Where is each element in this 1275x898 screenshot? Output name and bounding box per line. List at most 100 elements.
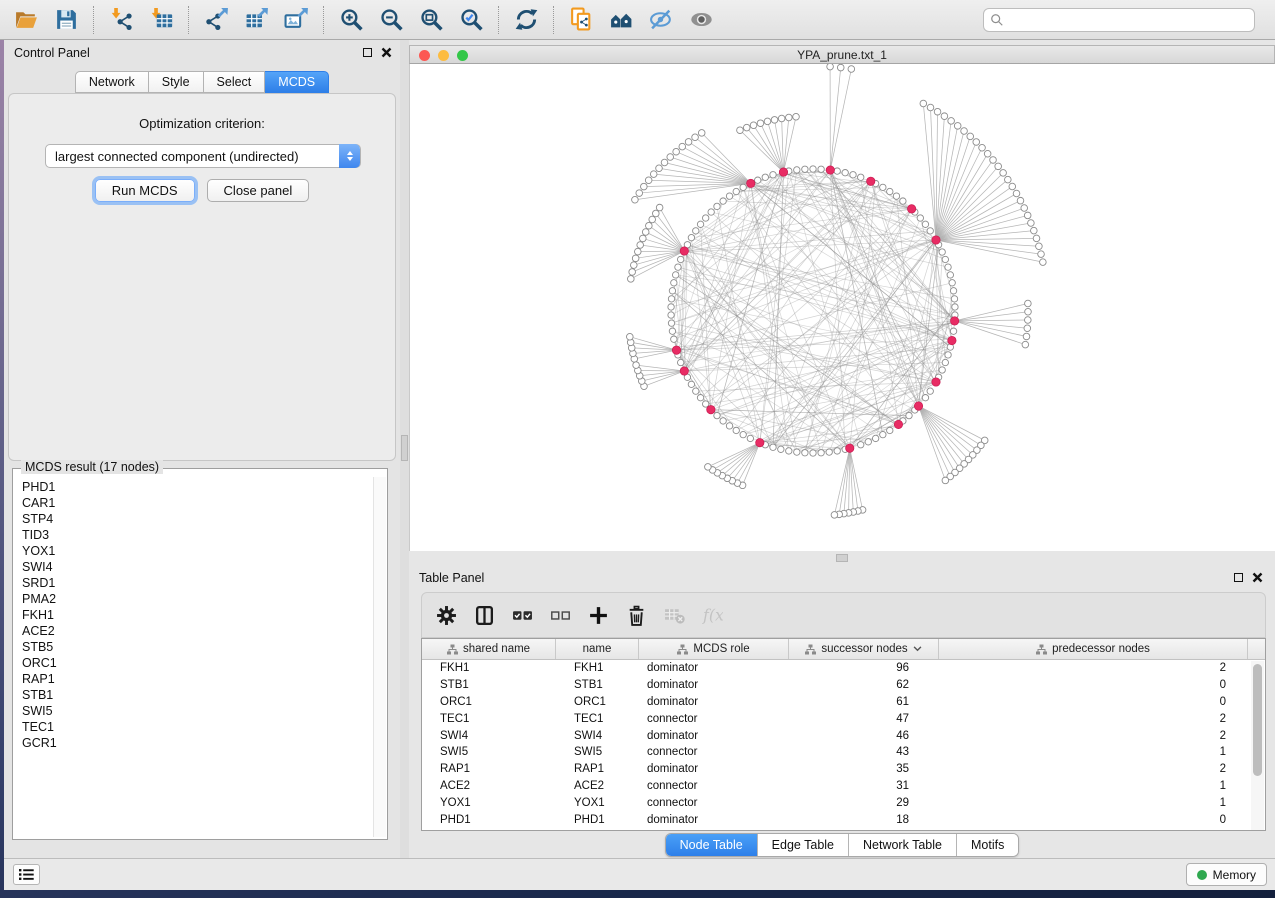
- graph-node[interactable]: [945, 264, 951, 270]
- graph-node[interactable]: [858, 174, 864, 180]
- graph-node[interactable]: [941, 113, 948, 120]
- graph-node[interactable]: [793, 113, 800, 120]
- graph-node[interactable]: [927, 104, 934, 111]
- graph-node[interactable]: [632, 255, 639, 262]
- window-minimize-button[interactable]: [438, 50, 449, 61]
- graph-hub-node[interactable]: [932, 378, 940, 386]
- graph-node[interactable]: [984, 150, 991, 157]
- column-header-predecessor-nodes[interactable]: predecessor nodes: [939, 639, 1248, 659]
- graph-node[interactable]: [1036, 243, 1043, 250]
- tab-mcds[interactable]: MCDS: [265, 71, 329, 93]
- column-header-MCDS-role[interactable]: MCDS role: [639, 639, 789, 659]
- graph-node[interactable]: [671, 336, 677, 342]
- network-canvas[interactable]: [409, 64, 1275, 551]
- graph-node[interactable]: [1038, 251, 1045, 258]
- graph-node[interactable]: [1025, 308, 1032, 315]
- graph-hub-node[interactable]: [894, 420, 902, 428]
- float-table-panel-icon[interactable]: [1234, 573, 1243, 582]
- export-table-button[interactable]: [236, 3, 276, 37]
- graph-node[interactable]: [675, 264, 681, 270]
- graph-node[interactable]: [661, 159, 668, 166]
- graph-node[interactable]: [942, 477, 949, 484]
- table-row[interactable]: SWI5SWI5connector431: [422, 744, 1265, 761]
- criterion-dropdown[interactable]: largest connected component (undirected): [45, 144, 361, 168]
- graph-node[interactable]: [677, 359, 683, 365]
- graph-node[interactable]: [922, 221, 928, 227]
- graph-node[interactable]: [920, 100, 927, 107]
- graph-hub-node[interactable]: [779, 168, 787, 176]
- graph-node[interactable]: [669, 288, 675, 294]
- export-image-button[interactable]: [276, 3, 316, 37]
- close-panel-icon[interactable]: [381, 47, 392, 58]
- refresh-button[interactable]: [506, 3, 546, 37]
- table-row[interactable]: SWI4SWI4dominator462: [422, 727, 1265, 744]
- network-graph[interactable]: [410, 64, 1275, 551]
- graph-node[interactable]: [770, 444, 776, 450]
- graph-node[interactable]: [688, 234, 694, 240]
- graph-node[interactable]: [668, 304, 674, 310]
- graph-node[interactable]: [948, 118, 955, 125]
- graph-node[interactable]: [872, 435, 878, 441]
- graph-node[interactable]: [887, 188, 893, 194]
- graph-node[interactable]: [1000, 170, 1007, 177]
- graph-node[interactable]: [720, 198, 726, 204]
- deselect-all-checkboxes-button[interactable]: [546, 600, 574, 630]
- graph-node[interactable]: [697, 221, 703, 227]
- graph-node[interactable]: [733, 188, 739, 194]
- graph-node[interactable]: [842, 169, 848, 175]
- graph-node[interactable]: [1023, 333, 1030, 340]
- graph-node[interactable]: [917, 215, 923, 221]
- graph-node[interactable]: [942, 256, 948, 262]
- graph-node[interactable]: [630, 262, 637, 269]
- graph-node[interactable]: [1005, 176, 1012, 183]
- graph-node[interactable]: [827, 64, 834, 70]
- share-document-button[interactable]: [561, 3, 601, 37]
- graph-node[interactable]: [771, 117, 778, 124]
- add-column-button[interactable]: [584, 600, 612, 630]
- import-network-button[interactable]: [101, 3, 141, 37]
- table-row[interactable]: ORC1ORC1dominator610: [422, 694, 1265, 711]
- network-window-titlebar[interactable]: YPA_prune.txt_1: [409, 45, 1275, 64]
- graph-node[interactable]: [762, 174, 768, 180]
- graph-node[interactable]: [1033, 235, 1040, 242]
- graph-hub-node[interactable]: [680, 247, 688, 255]
- table-row[interactable]: PHD1PHD1dominator180: [422, 811, 1265, 828]
- graph-node[interactable]: [1017, 197, 1024, 204]
- graph-node[interactable]: [947, 272, 953, 278]
- graph-node[interactable]: [778, 115, 785, 122]
- mcds-result-item[interactable]: ORC1: [22, 655, 372, 671]
- graph-node[interactable]: [834, 448, 840, 454]
- graph-node[interactable]: [755, 177, 761, 183]
- hide-selected-button[interactable]: [641, 3, 681, 37]
- graph-node[interactable]: [810, 450, 816, 456]
- graph-node[interactable]: [880, 184, 886, 190]
- graph-node[interactable]: [693, 388, 699, 394]
- graph-node[interactable]: [667, 154, 674, 161]
- graph-node[interactable]: [669, 328, 675, 334]
- tab-style[interactable]: Style: [149, 71, 204, 93]
- mcds-result-item[interactable]: STP4: [22, 511, 372, 527]
- mcds-result-item[interactable]: STB1: [22, 687, 372, 703]
- graph-node[interactable]: [810, 166, 816, 172]
- graph-node[interactable]: [693, 228, 699, 234]
- graph-hub-node[interactable]: [756, 438, 764, 446]
- graph-node[interactable]: [677, 256, 683, 262]
- mcds-result-item[interactable]: PHD1: [22, 479, 372, 495]
- graph-hub-node[interactable]: [948, 336, 956, 344]
- graph-node[interactable]: [967, 133, 974, 140]
- graph-hub-node[interactable]: [907, 205, 915, 213]
- graph-node[interactable]: [668, 312, 674, 318]
- graph-node[interactable]: [979, 144, 986, 151]
- memory-button[interactable]: Memory: [1186, 863, 1267, 886]
- graph-node[interactable]: [942, 359, 948, 365]
- close-panel-button[interactable]: Close panel: [207, 179, 310, 202]
- show-all-button[interactable]: [681, 3, 721, 37]
- graph-node[interactable]: [640, 235, 647, 242]
- graph-node[interactable]: [726, 423, 732, 429]
- graph-node[interactable]: [961, 128, 968, 135]
- graph-node[interactable]: [802, 450, 808, 456]
- graph-node[interactable]: [1024, 212, 1031, 219]
- graph-node[interactable]: [740, 184, 746, 190]
- mcds-result-item[interactable]: SWI4: [22, 559, 372, 575]
- mcds-result-item[interactable]: YOX1: [22, 543, 372, 559]
